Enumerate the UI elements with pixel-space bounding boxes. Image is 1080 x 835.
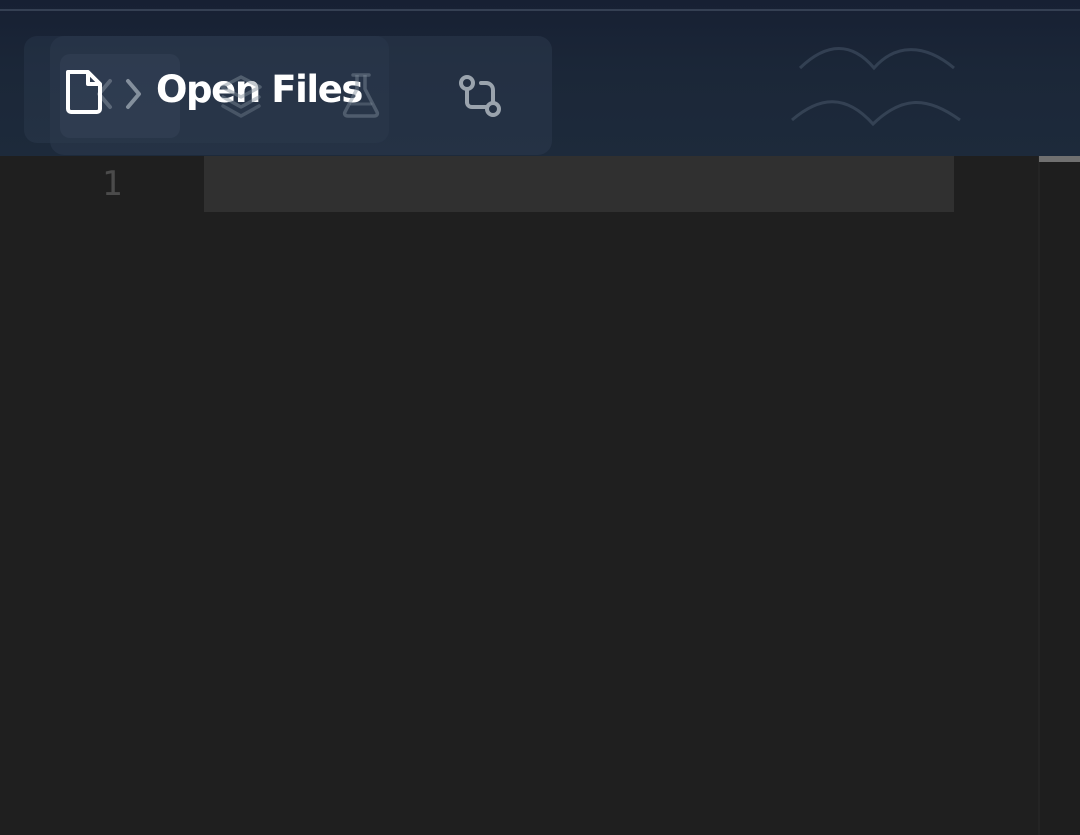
minimap-gutter[interactable] bbox=[1040, 156, 1080, 835]
branch-icon[interactable] bbox=[457, 74, 504, 118]
line-number: 1 bbox=[101, 164, 123, 204]
top-header: Open Files bbox=[0, 0, 1080, 156]
file-icon[interactable] bbox=[64, 68, 104, 114]
top-divider-line bbox=[0, 9, 1080, 11]
faded-background-shape bbox=[791, 47, 961, 127]
scrollbar-thumb[interactable] bbox=[1039, 156, 1080, 162]
layers-icon[interactable] bbox=[215, 70, 267, 120]
current-line-highlight bbox=[204, 156, 954, 212]
editor-screen: Open Files 1 bbox=[0, 0, 1080, 835]
code-editor[interactable]: 1 bbox=[0, 156, 1080, 835]
flask-icon[interactable] bbox=[339, 70, 383, 120]
